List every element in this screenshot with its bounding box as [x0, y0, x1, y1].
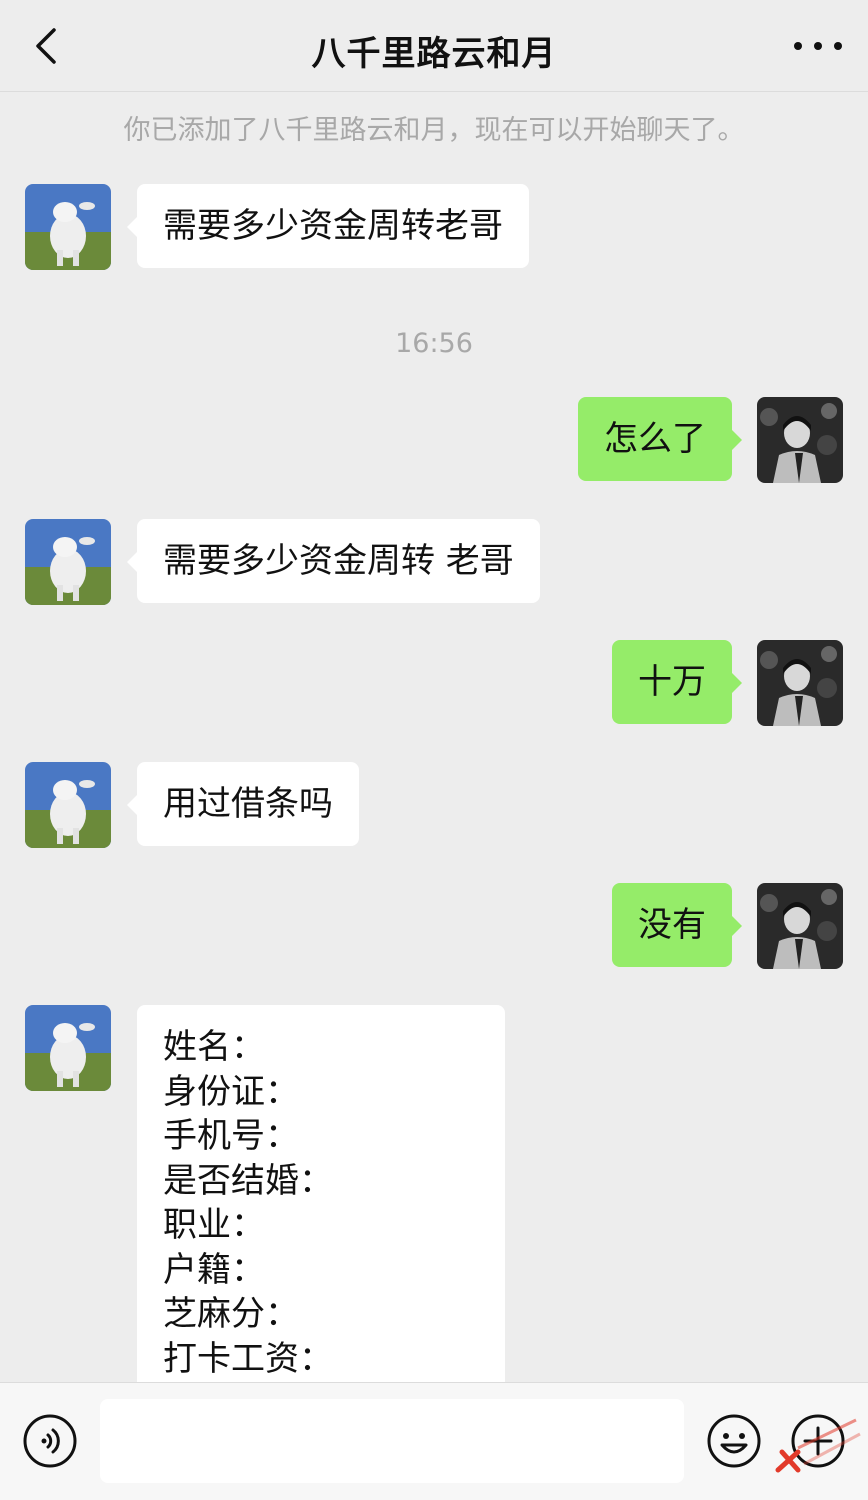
input-bar: [0, 1382, 868, 1500]
message-bubble-incoming-form[interactable]: 姓名： 身份证： 手机号： 是否结婚： 职业： 户籍： 芝麻分： 打卡工资：: [137, 1005, 505, 1382]
form-line: 身份证：: [163, 1071, 299, 1112]
message-input[interactable]: [100, 1399, 684, 1483]
form-line: 姓名：: [163, 1027, 265, 1067]
message-bubble-incoming[interactable]: 用过借条吗: [127, 762, 359, 846]
contact-avatar[interactable]: [25, 184, 111, 270]
contact-avatar[interactable]: [25, 519, 111, 605]
voice-icon[interactable]: [22, 1413, 78, 1469]
user-avatar[interactable]: [757, 640, 843, 726]
form-line: 芝麻分：: [163, 1294, 299, 1334]
chat-history[interactable]: 你已添加了八千里路云和月，现在可以开始聊天了。 需要多少资金周转老哥 16:56…: [0, 92, 868, 1382]
emoji-icon[interactable]: [706, 1413, 762, 1469]
chat-header: 八千里路云和月: [0, 0, 868, 92]
user-avatar[interactable]: [757, 883, 843, 969]
message-bubble-outgoing[interactable]: 怎么了: [578, 397, 742, 481]
system-notice: 你已添加了八千里路云和月，现在可以开始聊天了。: [123, 115, 745, 146]
form-line: 手机号：: [163, 1116, 299, 1156]
contact-avatar[interactable]: [25, 762, 111, 848]
chat-title: 八千里路云和月: [311, 34, 557, 74]
form-line: 户籍：: [163, 1249, 265, 1290]
form-line: 是否结婚：: [163, 1160, 333, 1201]
message-bubble-outgoing[interactable]: 没有: [612, 883, 742, 967]
message-bubble-incoming[interactable]: 需要多少资金周转 老哥: [127, 519, 540, 603]
user-avatar[interactable]: [757, 397, 843, 483]
form-line: 打卡工资：: [163, 1338, 333, 1379]
more-dots-icon[interactable]: [794, 30, 842, 62]
contact-avatar[interactable]: [25, 1005, 111, 1091]
message-timestamp: 16:56: [395, 328, 473, 359]
plus-icon[interactable]: [790, 1413, 846, 1469]
form-line: 职业：: [163, 1205, 265, 1245]
message-bubble-outgoing[interactable]: 十万: [612, 640, 742, 724]
message-bubble-incoming[interactable]: 需要多少资金周转老哥: [127, 184, 529, 268]
